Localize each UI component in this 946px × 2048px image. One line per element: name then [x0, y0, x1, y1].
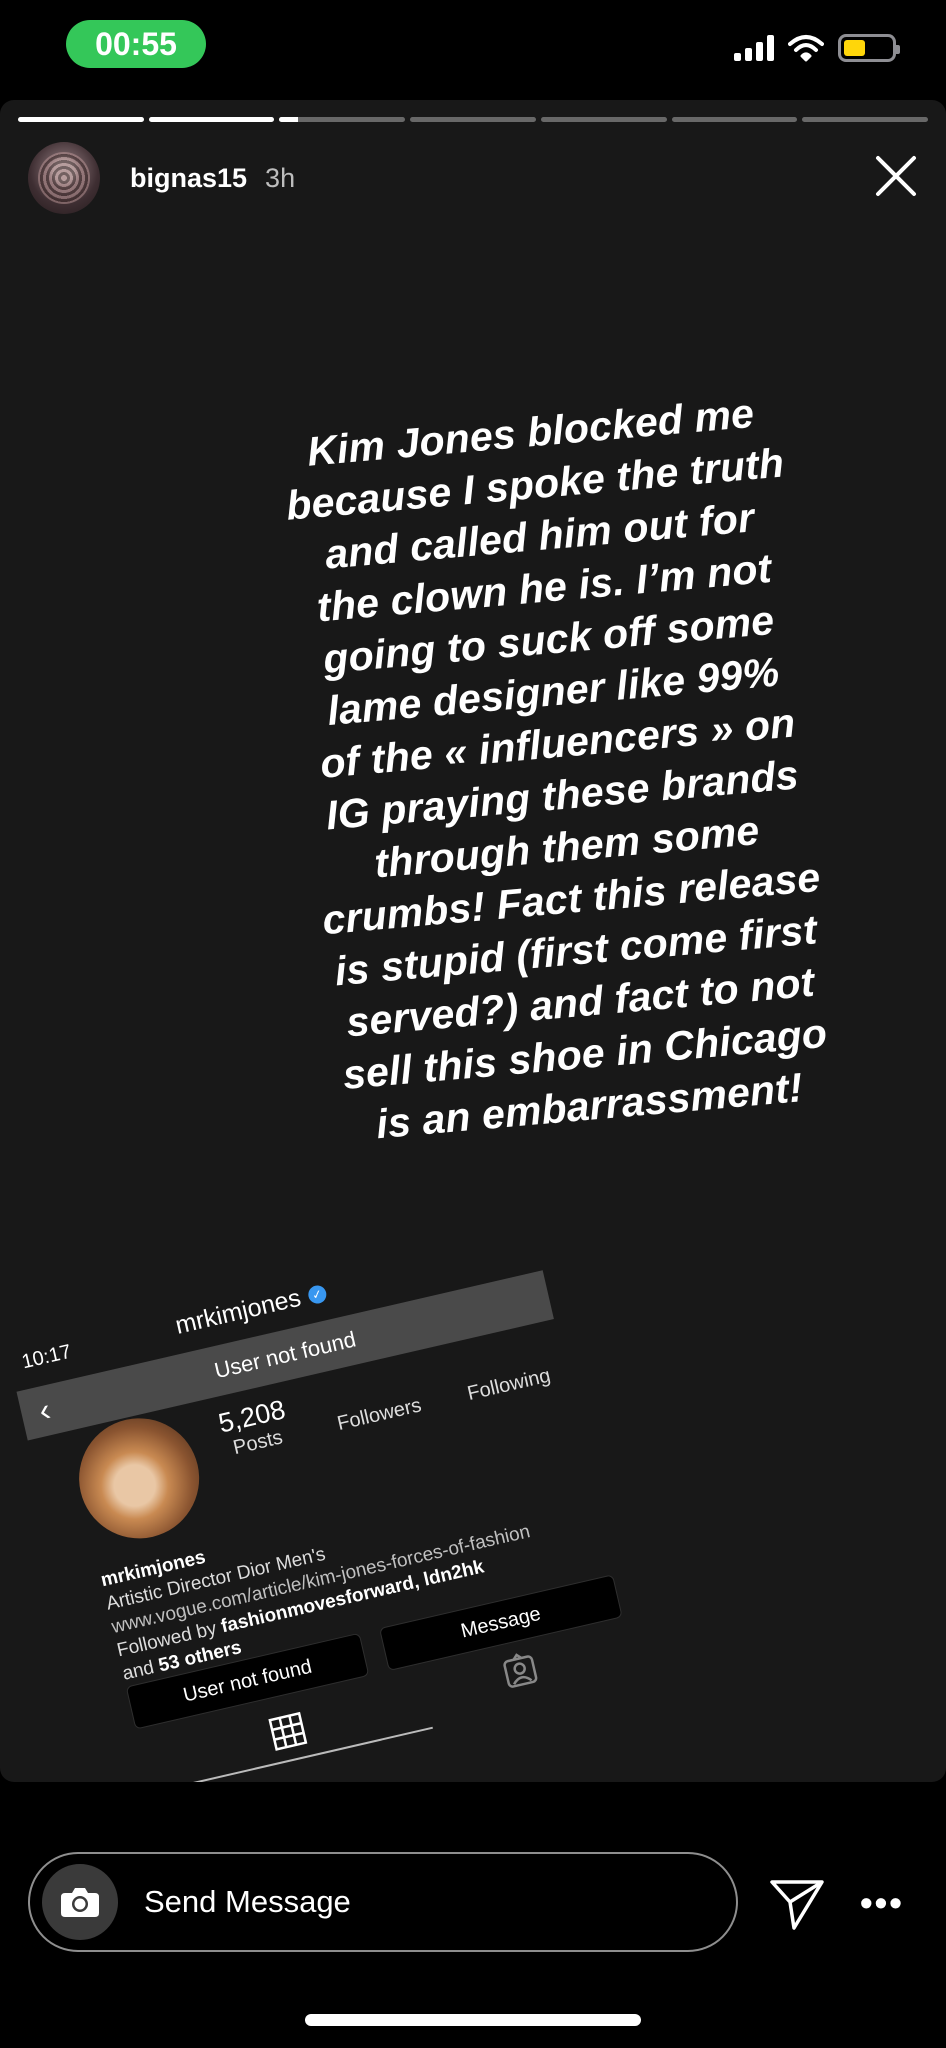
story-header: bignas15 3h [28, 142, 295, 214]
embedded-profile-screenshot: 10:17 User not found mrkimjones ✓ ‹ 5,20… [3, 1209, 654, 1782]
status-time: 00:55 [66, 20, 206, 68]
progress-segment-fill [279, 117, 299, 122]
progress-segment-6 [671, 117, 798, 122]
signal-icon [734, 35, 774, 61]
close-icon[interactable] [870, 150, 922, 202]
status-indicators [734, 34, 900, 62]
grid-icon [268, 1711, 308, 1751]
embedded-time: 10:17 [19, 1340, 74, 1374]
progress-segment-1 [18, 117, 144, 122]
send-message-input[interactable] [144, 1884, 664, 1920]
embedded-profile-picture [67, 1406, 212, 1551]
story-screen: 00:55 bignas15 3h 10:17 User not found m… [0, 0, 946, 2048]
story-card[interactable]: bignas15 3h 10:17 User not found mrkimjo… [0, 100, 946, 1782]
stat-following: Following [465, 1365, 552, 1406]
progress-segment-5 [540, 117, 667, 122]
send-icon[interactable] [768, 1874, 826, 1932]
message-bar [28, 1852, 738, 1952]
progress-segment-fill [148, 117, 275, 122]
story-time-ago: 3h [265, 162, 296, 193]
followers-label: Followers [335, 1394, 424, 1436]
progress-segment-2 [148, 117, 275, 122]
more-icon[interactable]: ••• [860, 1882, 904, 1924]
following-label: Following [465, 1364, 553, 1405]
avatar[interactable] [28, 142, 100, 214]
camera-button[interactable] [42, 1864, 118, 1940]
tagged-icon [503, 1653, 538, 1688]
story-text-block: Kim Jones blocked me because I spoke the… [279, 385, 841, 1154]
progress-segment-3 [279, 117, 406, 122]
progress-segment-4 [410, 117, 536, 122]
story-text: Kim Jones blocked me because I spoke the… [284, 389, 829, 1148]
stat-followers: Followers [335, 1394, 424, 1436]
story-progress-bar [18, 117, 929, 122]
wifi-icon [788, 35, 824, 62]
battery-icon [838, 34, 900, 62]
battery-level [844, 40, 865, 56]
stat-posts: 5,208 Posts [216, 1394, 294, 1462]
camera-icon [61, 1888, 99, 1917]
home-indicator [305, 2014, 641, 2026]
progress-segment-7 [802, 117, 929, 122]
story-username[interactable]: bignas15 [130, 163, 247, 194]
progress-segment-fill [18, 117, 144, 122]
verified-icon: ✓ [306, 1283, 328, 1305]
